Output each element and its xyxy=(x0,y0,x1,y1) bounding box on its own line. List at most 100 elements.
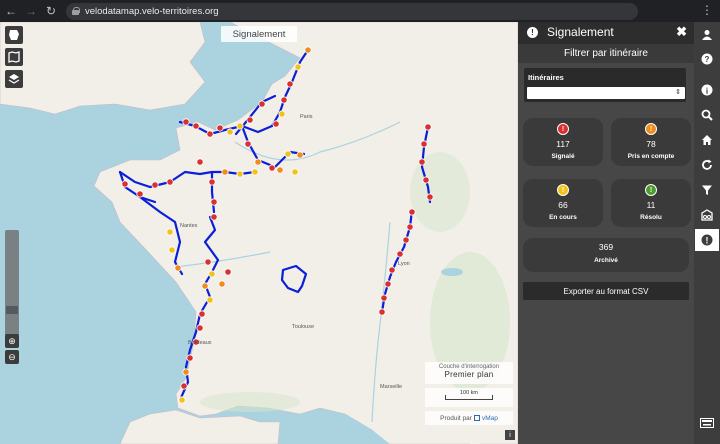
stat-archive[interactable]: 369 Archivé xyxy=(523,238,689,272)
filter-icon[interactable] xyxy=(695,179,719,201)
incident-marker[interactable] xyxy=(396,250,404,258)
incident-marker[interactable] xyxy=(166,228,174,236)
incident-marker[interactable] xyxy=(121,180,129,188)
stat-value: 66 xyxy=(558,200,568,210)
info-icon[interactable]: i xyxy=(695,79,719,101)
map-view[interactable]: Paris Lyon Bordeaux Marseille Nantes Tou… xyxy=(0,22,518,444)
incident-marker[interactable] xyxy=(226,128,234,136)
incident-marker[interactable] xyxy=(221,168,229,176)
stat-pris-en-compte[interactable]: ! 78 Pris en compte xyxy=(611,118,691,166)
incident-marker[interactable] xyxy=(244,140,252,148)
incident-marker[interactable] xyxy=(388,266,396,274)
forward-arrow-icon[interactable]: → xyxy=(22,2,40,20)
stat-signale[interactable]: ! 117 Signalé xyxy=(523,118,603,166)
incident-marker[interactable] xyxy=(210,213,218,221)
incident-marker[interactable] xyxy=(268,164,276,172)
logo-button[interactable] xyxy=(5,26,23,44)
incident-marker[interactable] xyxy=(251,168,259,176)
incident-marker[interactable] xyxy=(168,246,176,254)
stat-en-cours[interactable]: ! 66 En cours xyxy=(523,179,603,227)
address-bar[interactable]: velodatamap.velo-territoires.org xyxy=(66,2,638,20)
incident-marker[interactable] xyxy=(236,122,244,130)
stat-resolu[interactable]: ! 11 Résolu xyxy=(611,179,691,227)
incident-marker[interactable] xyxy=(384,280,392,288)
incident-marker[interactable] xyxy=(208,178,216,186)
incident-marker[interactable] xyxy=(254,158,262,166)
incident-marker[interactable] xyxy=(272,120,280,128)
zoom-slider[interactable] xyxy=(5,230,19,348)
user-icon[interactable] xyxy=(695,24,719,46)
incident-marker[interactable] xyxy=(422,176,430,184)
itineraries-select[interactable]: ⇕ xyxy=(527,87,685,99)
attribution-info-icon[interactable]: i xyxy=(505,430,515,440)
back-arrow-icon[interactable]: ← xyxy=(2,2,20,20)
incident-marker[interactable] xyxy=(258,100,266,108)
incident-marker[interactable] xyxy=(236,170,244,178)
svg-text:Bordeaux: Bordeaux xyxy=(188,340,212,346)
query-layer-value: Premier plan xyxy=(444,370,494,379)
incident-marker[interactable] xyxy=(280,96,288,104)
incident-marker[interactable] xyxy=(218,280,226,288)
refresh-icon[interactable] xyxy=(695,154,719,176)
incident-marker[interactable] xyxy=(182,368,190,376)
layers-button[interactable] xyxy=(5,70,23,88)
incident-marker[interactable] xyxy=(408,208,416,216)
incident-marker[interactable] xyxy=(208,270,216,278)
incident-marker[interactable] xyxy=(284,150,292,158)
lock-icon xyxy=(72,7,80,15)
incident-marker[interactable] xyxy=(296,151,304,159)
incident-marker[interactable] xyxy=(196,158,204,166)
incident-marker[interactable] xyxy=(224,268,232,276)
incident-marker[interactable] xyxy=(216,124,224,132)
incident-marker[interactable] xyxy=(180,382,188,390)
kebab-menu-icon[interactable]: ⋮ xyxy=(700,3,714,17)
zoom-out-icon[interactable]: ⊖ xyxy=(5,350,19,364)
incident-marker[interactable] xyxy=(278,110,286,118)
incident-marker[interactable] xyxy=(380,294,388,302)
map-view-button[interactable] xyxy=(5,48,23,66)
close-icon[interactable]: ✖ xyxy=(676,24,687,40)
incident-marker[interactable] xyxy=(286,80,294,88)
credit-brand[interactable]: vMap xyxy=(482,415,498,422)
incident-marker[interactable] xyxy=(192,122,200,130)
incident-marker[interactable] xyxy=(206,296,214,304)
keyboard-icon[interactable] xyxy=(695,412,719,434)
incident-marker[interactable] xyxy=(204,258,212,266)
search-icon[interactable] xyxy=(695,104,719,126)
svg-text:Toulouse: Toulouse xyxy=(292,324,314,330)
help-icon[interactable]: ? xyxy=(695,48,719,70)
incident-marker[interactable] xyxy=(402,236,410,244)
incident-marker[interactable] xyxy=(151,181,159,189)
incident-marker[interactable] xyxy=(198,310,206,318)
incident-marker[interactable] xyxy=(378,308,386,316)
incident-marker[interactable] xyxy=(246,116,254,124)
incident-marker[interactable] xyxy=(201,282,209,290)
incident-marker[interactable] xyxy=(420,140,428,148)
incident-marker[interactable] xyxy=(426,193,434,201)
incident-marker[interactable] xyxy=(206,130,214,138)
incident-marker[interactable] xyxy=(210,198,218,206)
incident-marker[interactable] xyxy=(406,223,414,231)
incident-marker[interactable] xyxy=(276,166,284,174)
incident-marker[interactable] xyxy=(166,178,174,186)
incident-marker[interactable] xyxy=(291,168,299,176)
incident-marker[interactable] xyxy=(186,354,194,362)
incident-marker[interactable] xyxy=(418,158,426,166)
query-layer-box[interactable]: Couche d'interrogation Premier plan xyxy=(425,362,513,384)
incident-marker[interactable] xyxy=(178,396,186,404)
home-icon[interactable] xyxy=(695,129,719,151)
incident-marker[interactable] xyxy=(294,63,302,71)
zoom-in-icon[interactable]: ⊕ xyxy=(5,334,19,348)
incident-marker[interactable] xyxy=(136,190,144,198)
reload-icon[interactable]: ↻ xyxy=(42,2,60,20)
incident-marker[interactable] xyxy=(304,46,312,54)
incident-marker[interactable] xyxy=(196,324,204,332)
map-icon xyxy=(8,51,20,63)
zoom-handle[interactable] xyxy=(6,306,18,314)
incident-marker[interactable] xyxy=(424,123,432,131)
incident-marker[interactable] xyxy=(174,264,182,272)
bike-route-icon[interactable] xyxy=(695,204,719,226)
alert-icon[interactable]: ! xyxy=(695,229,719,251)
incident-marker[interactable] xyxy=(182,118,190,126)
export-csv-button[interactable]: Exporter au format CSV xyxy=(523,282,689,300)
